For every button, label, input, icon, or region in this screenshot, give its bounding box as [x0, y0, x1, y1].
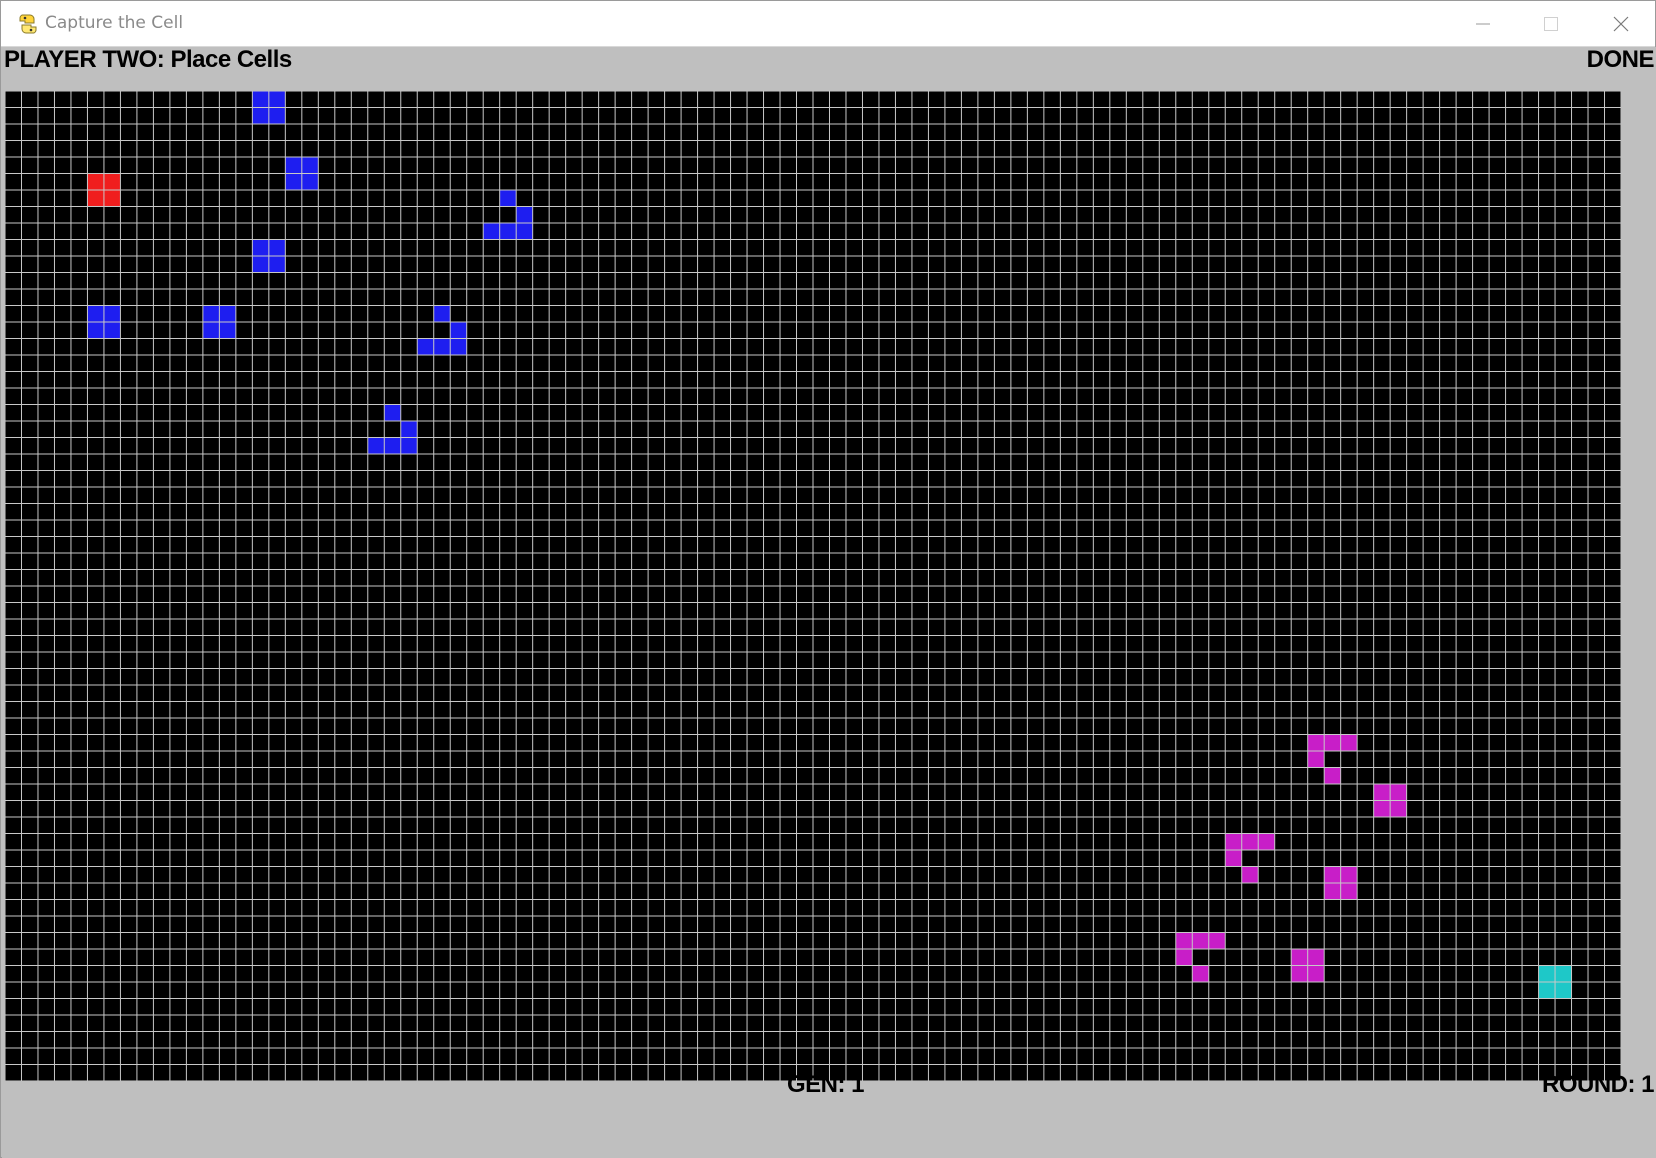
minimize-button[interactable] — [1449, 1, 1517, 47]
player-one-cell[interactable] — [268, 91, 286, 108]
player-two-cell[interactable] — [1291, 949, 1308, 966]
close-button[interactable] — [1587, 1, 1655, 47]
player-one-cell[interactable] — [202, 322, 220, 339]
player-one-cell[interactable] — [252, 239, 269, 257]
player-two-cell[interactable] — [1390, 800, 1407, 818]
player-one-cell[interactable] — [219, 305, 236, 323]
player-one-cell[interactable] — [400, 437, 418, 455]
player-two-cell[interactable] — [1324, 767, 1341, 785]
title-bar[interactable]: Capture the Cell — [1, 1, 1655, 47]
maximize-button[interactable] — [1517, 1, 1585, 47]
player-one-cell[interactable] — [483, 223, 500, 240]
python-snake-icon — [16, 12, 40, 36]
player-one-cell[interactable] — [252, 107, 269, 125]
player-one-cell[interactable] — [450, 322, 467, 339]
player-two-cell[interactable] — [1241, 866, 1259, 884]
player-one-cell[interactable] — [384, 437, 401, 455]
player-one-cell[interactable] — [285, 157, 302, 174]
player-one-cell[interactable] — [499, 223, 517, 240]
player-two-cell[interactable] — [1340, 734, 1358, 752]
player-one-cell[interactable] — [516, 223, 533, 240]
done-button[interactable]: DONE — [1587, 46, 1655, 74]
player-one-cell[interactable] — [367, 437, 385, 455]
player-two-cell[interactable] — [1192, 932, 1209, 950]
game-area: PLAYER TWO: Place Cells DONE GEN: 1 ROUN… — [2, 46, 1656, 1158]
player-two-cell[interactable] — [1175, 949, 1193, 966]
player-two-cell[interactable] — [1373, 800, 1391, 818]
player-two-base-cell[interactable] — [1538, 982, 1556, 999]
game-board[interactable] — [5, 91, 1621, 1081]
player-one-base-cell[interactable] — [87, 190, 104, 207]
player-one-cell[interactable] — [450, 338, 467, 356]
player-two-cell[interactable] — [1307, 734, 1325, 752]
player-one-cell[interactable] — [87, 305, 104, 323]
player-one-cell[interactable] — [103, 305, 121, 323]
player-two-base-cell[interactable] — [1555, 965, 1572, 983]
player-one-cell[interactable] — [433, 305, 451, 323]
player-two-cell[interactable] — [1324, 734, 1341, 752]
player-two-cell[interactable] — [1258, 833, 1275, 851]
player-two-cell[interactable] — [1307, 965, 1325, 983]
player-one-cell[interactable] — [384, 404, 401, 422]
player-one-cell[interactable] — [516, 206, 533, 224]
close-icon — [1613, 16, 1629, 32]
player-one-cell[interactable] — [252, 91, 269, 108]
player-one-cell[interactable] — [268, 239, 286, 257]
game-window: Capture the Cell PLAYER TWO: Place Cells… — [0, 0, 1656, 1158]
player-one-cell[interactable] — [499, 190, 517, 207]
player-two-cell[interactable] — [1307, 949, 1325, 966]
player-two-cell[interactable] — [1340, 883, 1358, 900]
turn-status: PLAYER TWO: Place Cells — [4, 46, 292, 73]
player-one-cell[interactable] — [87, 322, 104, 339]
player-two-cell[interactable] — [1208, 932, 1226, 950]
player-one-cell[interactable] — [433, 338, 451, 356]
player-one-cell[interactable] — [268, 256, 286, 273]
player-two-cell[interactable] — [1192, 965, 1209, 983]
maximize-icon — [1543, 16, 1559, 32]
player-two-base-cell[interactable] — [1555, 982, 1572, 999]
player-two-cell[interactable] — [1175, 932, 1193, 950]
player-one-cell[interactable] — [252, 256, 269, 273]
player-one-cell[interactable] — [301, 173, 319, 191]
player-one-cell[interactable] — [400, 421, 418, 438]
player-two-cell[interactable] — [1373, 784, 1391, 801]
player-one-base-cell[interactable] — [103, 173, 121, 191]
player-one-cell[interactable] — [202, 305, 220, 323]
player-one-cell[interactable] — [219, 322, 236, 339]
player-one-cell[interactable] — [268, 107, 286, 125]
player-two-cell[interactable] — [1324, 866, 1341, 884]
player-one-base-cell[interactable] — [103, 190, 121, 207]
round-counter: ROUND: 1 — [1541, 1071, 1655, 1098]
player-two-cell[interactable] — [1307, 751, 1325, 768]
player-two-cell[interactable] — [1324, 883, 1341, 900]
player-two-cell[interactable] — [1340, 866, 1358, 884]
player-one-cell[interactable] — [285, 173, 302, 191]
window-title: Capture the Cell — [45, 13, 184, 33]
minimize-icon — [1475, 16, 1491, 32]
player-one-cell[interactable] — [417, 338, 434, 356]
player-one-cell[interactable] — [103, 322, 121, 339]
player-two-cell[interactable] — [1241, 833, 1259, 851]
grid-lines — [5, 91, 1621, 1081]
generation-counter: GEN: 1 — [787, 1071, 865, 1098]
player-two-cell[interactable] — [1225, 850, 1242, 867]
player-two-cell[interactable] — [1291, 965, 1308, 983]
player-one-cell[interactable] — [301, 157, 319, 174]
player-two-base-cell[interactable] — [1538, 965, 1556, 983]
player-two-cell[interactable] — [1390, 784, 1407, 801]
player-two-cell[interactable] — [1225, 833, 1242, 851]
player-one-base-cell[interactable] — [87, 173, 104, 191]
